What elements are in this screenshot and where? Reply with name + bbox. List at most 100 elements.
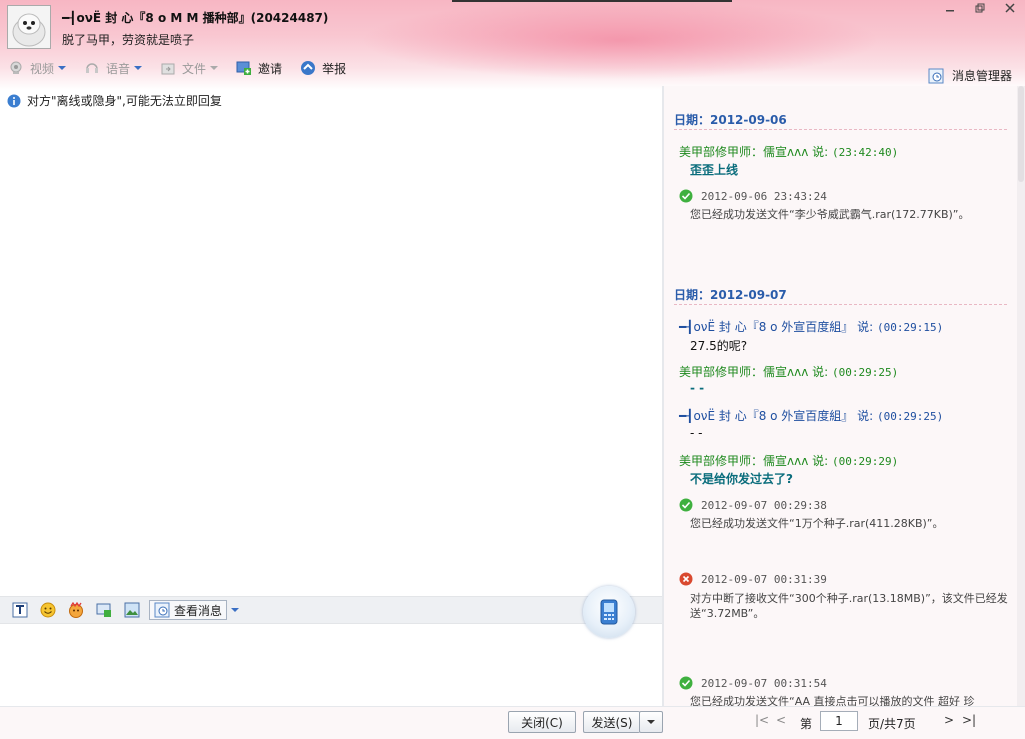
message-content: 歪歪上线: [690, 163, 739, 177]
screenshot-icon: [96, 603, 111, 617]
message-time: (00:29:25): [831, 366, 899, 379]
file-label: 文件: [182, 61, 207, 76]
system-message-time: 2012-09-07 00:29:38: [701, 498, 827, 512]
system-message-time: 2012-09-06 23:43:24: [701, 189, 827, 203]
minimize-icon: [946, 10, 954, 12]
date-divider: [674, 129, 1007, 130]
chevron-down-icon: [58, 66, 67, 70]
smiley-icon: [40, 602, 56, 618]
file-transfer-icon: [160, 60, 176, 76]
error-x-icon: [679, 572, 693, 586]
page-total: 页/共7页: [868, 717, 916, 731]
invite-label: 邀请: [258, 61, 283, 76]
sender-name: 美甲部修甲师：儒宣ʌʌʌ 说:: [679, 145, 832, 159]
info-icon: [7, 94, 21, 108]
prev-page-icon[interactable]: <: [776, 713, 786, 727]
voice-label: 语音: [106, 61, 131, 76]
restore-icon: [975, 3, 985, 13]
invite-button[interactable]: 邀请: [236, 60, 282, 77]
message-content: 不是给你发过去了?: [690, 472, 793, 486]
view-messages-dropdown-icon[interactable]: [231, 608, 239, 612]
message-history-panel: 日期：2012-09-06 美甲部修甲师：儒宣ʌʌʌ 说: (23:42:40)…: [664, 86, 1025, 706]
success-check-icon: [679, 676, 693, 690]
message-time: (00:29:25): [876, 410, 944, 423]
system-message-text: 对方中断了接收文件“300个种子.rar(13.18MB)”，该文件已经发送“3…: [690, 592, 1008, 620]
screenshot-button[interactable]: [95, 601, 113, 619]
chevron-down-icon: [210, 66, 219, 70]
close-window-button[interactable]: [995, 0, 1025, 16]
invite-icon: [236, 60, 252, 76]
page-label: 第: [800, 717, 813, 731]
history-clock-icon: [928, 68, 944, 84]
message-content: - -: [690, 426, 703, 440]
system-message-time: 2012-09-07 00:31:39: [701, 572, 827, 586]
success-check-icon: [679, 498, 693, 512]
magic-face-icon: [69, 602, 83, 618]
message-sender: ━┨oνЁ 封 心『8 o 外宣百度組』 说: (00:29:15): [679, 318, 943, 335]
message-sender: 美甲部修甲师：儒宣ʌʌʌ 说: (00:29:25): [679, 363, 898, 380]
history-scrollbar-thumb[interactable]: [1018, 86, 1024, 182]
minimize-button[interactable]: [935, 0, 965, 16]
message-sender: 美甲部修甲师：儒宣ʌʌʌ 说: (00:29:29): [679, 452, 898, 469]
system-message-time: 2012-09-07 00:31:54: [701, 676, 827, 690]
sender-name: ━┨oνЁ 封 心『8 o 外宣百度組』 说:: [679, 409, 877, 423]
window-controls: [935, 0, 1025, 16]
contact-signature: 脱了马甲，劳资就是喷子: [62, 33, 195, 47]
message-manager-label: 消息管理器: [952, 69, 1013, 83]
message-time: (00:29:29): [831, 455, 899, 468]
sender-name: 美甲部修甲师：儒宣ʌʌʌ 说:: [679, 454, 832, 468]
close-icon: [1005, 3, 1015, 13]
chat-header: ━┨oνЁ 封 心『8 o M M 播种部』(20424487) 脱了马甲，劳资…: [0, 0, 1025, 90]
system-message-text: 您已经成功发送文件“AA 直接点击可以播放的文件 超好 珍: [690, 695, 975, 706]
message-manager-button[interactable]: 消息管理器: [928, 67, 1012, 84]
history-date-header: 日期：2012-09-06: [674, 113, 787, 127]
report-label: 举报: [322, 61, 347, 76]
mobile-phone-icon: [600, 599, 618, 625]
success-check-icon: [679, 189, 693, 203]
message-time: (23:42:40): [831, 146, 899, 159]
chevron-down-icon: [647, 720, 655, 724]
sender-name: 美甲部修甲师：儒宣ʌʌʌ 说:: [679, 365, 832, 379]
message-sender: ━┨oνЁ 封 心『8 o 外宣百度組』 说: (00:29:25): [679, 407, 943, 424]
camera-icon: [8, 60, 24, 76]
input-toolbar: 查看消息: [0, 596, 662, 624]
message-sender: 美甲部修甲师：儒宣ʌʌʌ 说: (23:42:40): [679, 143, 898, 160]
image-icon: [124, 602, 140, 618]
report-icon: [300, 60, 316, 76]
file-button[interactable]: 文件: [160, 60, 219, 77]
video-button[interactable]: 视频: [8, 60, 67, 77]
magic-emoji-button[interactable]: [67, 601, 85, 619]
emoji-button[interactable]: [39, 601, 57, 619]
bottom-bar: 关闭(C) 发送(S) |< < 第 1 页/共7页 > >|: [0, 706, 1025, 739]
sender-name: ━┨oνЁ 封 心『8 o 外宣百度組』 说:: [679, 320, 877, 334]
image-button[interactable]: [123, 601, 141, 619]
view-messages-button[interactable]: 查看消息: [149, 600, 228, 620]
chat-toolbar: 视频 语音 文件 邀请 举报: [8, 58, 364, 78]
send-options-button[interactable]: [639, 711, 663, 733]
system-message-text: 您已经成功发送文件“1万个种子.rar(411.28KB)”。: [690, 517, 944, 530]
contact-name: ━┨oνЁ 封 心『8 o M M 播种部』(20424487): [62, 11, 329, 25]
voice-button[interactable]: 语音: [84, 60, 143, 77]
first-page-icon[interactable]: |<: [755, 713, 769, 727]
last-page-icon[interactable]: >|: [962, 713, 976, 727]
avatar[interactable]: [7, 5, 51, 49]
system-message: 2012-09-07 00:29:38: [679, 498, 827, 512]
next-page-icon[interactable]: >: [944, 713, 954, 727]
restore-button[interactable]: [965, 0, 995, 16]
system-message-text: 您已经成功发送文件“李少爷威武霸气.rar(172.77KB)”。: [690, 208, 970, 221]
message-content: 27.5的呢?: [690, 339, 748, 353]
report-button[interactable]: 举报: [300, 60, 346, 77]
close-button[interactable]: 关闭(C): [508, 711, 576, 733]
history-date-header: 日期：2012-09-07: [674, 288, 787, 302]
offline-notice-text: 对方"离线或隐身",可能无法立即回复: [27, 94, 222, 108]
send-button[interactable]: 发送(S): [583, 711, 640, 733]
date-divider: [674, 304, 1007, 305]
message-time: (00:29:15): [876, 321, 944, 334]
title-strip: [452, 0, 732, 2]
font-icon: [12, 602, 28, 618]
page-input[interactable]: 1: [820, 711, 858, 731]
mobile-button[interactable]: [583, 586, 635, 638]
font-button[interactable]: [11, 601, 29, 619]
chevron-down-icon: [134, 66, 143, 70]
video-label: 视频: [30, 61, 55, 76]
